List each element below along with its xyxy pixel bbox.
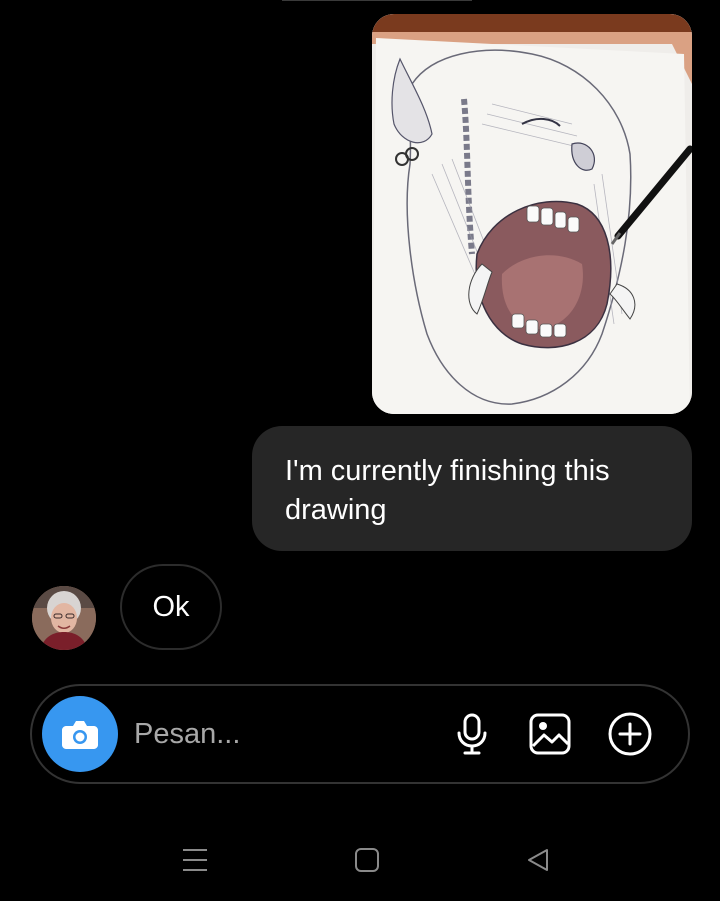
header-divider: [282, 0, 472, 1]
incoming-message-text: Ok: [152, 590, 190, 623]
shared-photo-message[interactable]: [372, 14, 692, 414]
system-navigation-bar: [0, 820, 720, 901]
message-composer: [30, 684, 690, 784]
recent-apps-button[interactable]: [175, 844, 215, 876]
drawing-photo: [372, 14, 692, 414]
profile-photo: [32, 586, 96, 650]
camera-button[interactable]: [42, 696, 118, 772]
incoming-message-bubble[interactable]: Ok: [120, 564, 222, 650]
plus-circle-icon: [608, 712, 652, 756]
message-input[interactable]: [134, 712, 424, 756]
recent-apps-icon: [183, 849, 207, 871]
home-icon: [355, 848, 379, 872]
outgoing-message-text: I'm currently finishing this drawing: [285, 455, 610, 526]
avatar[interactable]: [32, 586, 96, 650]
back-icon: [528, 849, 548, 871]
chat-screen: I'm currently finishing this drawing Ok: [0, 0, 720, 901]
outgoing-message-bubble[interactable]: I'm currently finishing this drawing: [252, 426, 692, 551]
voice-message-button[interactable]: [446, 708, 498, 760]
back-button[interactable]: [518, 844, 558, 876]
home-button[interactable]: [347, 844, 387, 876]
gallery-icon: [529, 713, 571, 755]
more-options-button[interactable]: [604, 708, 656, 760]
microphone-icon: [457, 713, 487, 755]
gallery-button[interactable]: [524, 708, 576, 760]
camera-icon: [62, 721, 98, 749]
